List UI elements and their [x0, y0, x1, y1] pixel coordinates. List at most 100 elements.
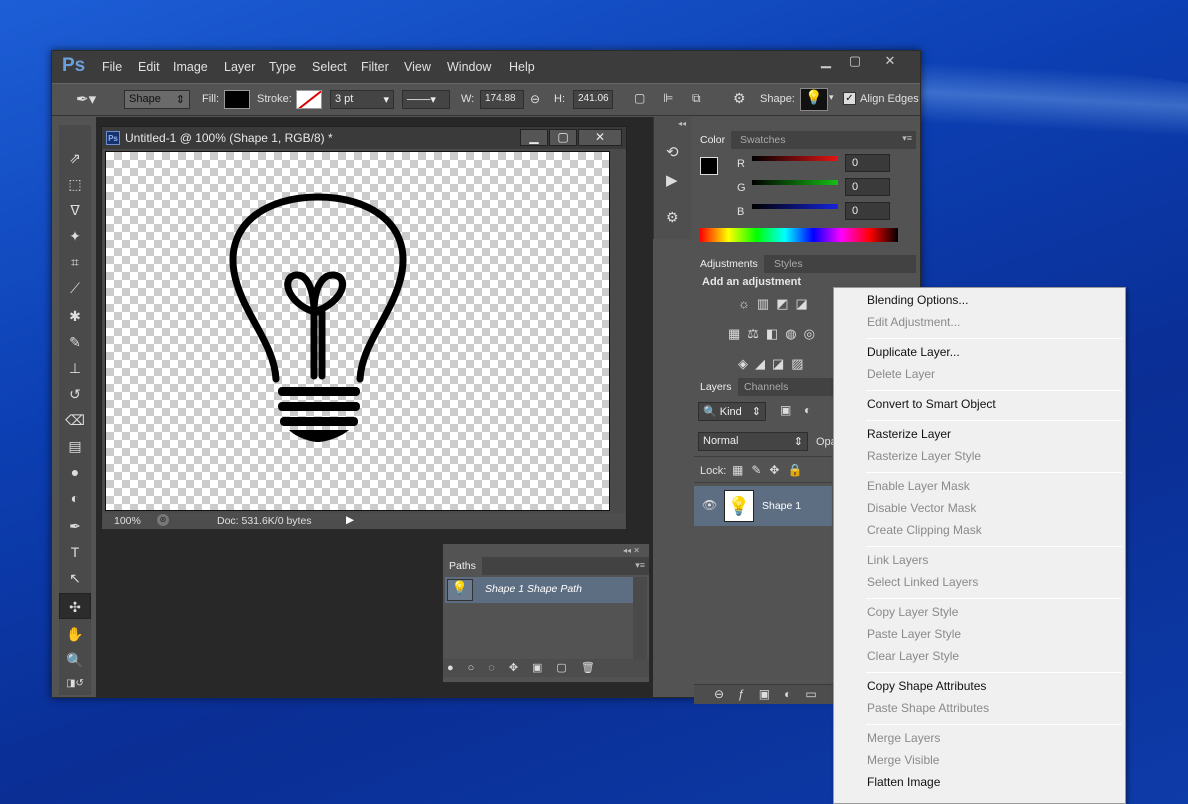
menu-item-copy-layer-style[interactable]: Copy Layer Style — [867, 602, 958, 622]
history-panel-icon[interactable]: ⟲ — [666, 143, 679, 161]
width-field[interactable]: 174.88 — [480, 90, 524, 109]
menu-item-edit-adjustment[interactable]: Edit Adjustment... — [867, 312, 960, 332]
adjustment-icons-row-3[interactable]: ◈◢◪▨ — [738, 356, 811, 372]
path-selection-tool-icon[interactable]: ↖ — [59, 565, 91, 591]
path-row[interactable]: 💡 Shape 1 Shape Path — [445, 577, 633, 603]
pen-tool-icon[interactable]: ✒ — [59, 513, 91, 539]
zoom-tool-icon[interactable]: 🔍 — [59, 647, 91, 673]
eyedropper-tool-icon[interactable]: ⟋ — [59, 275, 91, 301]
layer-footer-icons[interactable]: ⊖ƒ▣◐▭ — [714, 687, 831, 701]
status-menu-arrow-icon[interactable]: ▶ — [346, 514, 354, 526]
brush-tool-icon[interactable]: ✎ — [59, 329, 91, 355]
tab-styles[interactable]: Styles — [768, 255, 809, 273]
menu-item-blending-options[interactable]: Blending Options... — [867, 290, 968, 310]
custom-shape-tool-icon[interactable]: ✣ — [59, 593, 91, 619]
type-tool-icon[interactable]: T — [59, 539, 91, 565]
menu-item-merge-layers[interactable]: Merge Layers — [867, 728, 940, 748]
link-dimensions-icon[interactable]: ⊖ — [530, 92, 540, 106]
layer-name[interactable]: Shape 1 — [762, 500, 801, 512]
menu-item-flatten-image[interactable]: Flatten Image — [867, 772, 940, 792]
menu-item-paste-layer-style[interactable]: Paste Layer Style — [867, 624, 961, 644]
tab-color[interactable]: Color — [694, 131, 732, 149]
menu-filter[interactable]: Filter — [361, 60, 389, 74]
filter-adjustment-icon[interactable]: ◐ — [804, 403, 811, 417]
path-footer-icons[interactable]: ●○◌✥▣▢🗑 — [447, 661, 609, 674]
menu-image[interactable]: Image — [173, 60, 208, 74]
properties-panel-icon[interactable]: ⚙ — [666, 209, 679, 226]
menu-item-copy-shape-attributes[interactable]: Copy Shape Attributes — [867, 676, 986, 696]
share-icon[interactable]: ⊛ — [157, 514, 169, 526]
blue-slider[interactable] — [752, 204, 838, 209]
eraser-tool-icon[interactable]: ⌫ — [59, 407, 91, 433]
menu-item-clear-layer-style[interactable]: Clear Layer Style — [867, 646, 959, 666]
menu-item-merge-visible[interactable]: Merge Visible — [867, 750, 939, 770]
history-brush-tool-icon[interactable]: ↺ — [59, 381, 91, 407]
height-field[interactable]: 241.06 — [573, 90, 613, 109]
magic-wand-tool-icon[interactable]: ✦ — [59, 223, 91, 249]
align-edges-checkbox[interactable]: ✓ — [843, 92, 856, 105]
swap-colors-icon[interactable]: ◨↺ — [59, 671, 91, 697]
menu-item-paste-shape-attributes[interactable]: Paste Shape Attributes — [867, 698, 989, 718]
collapse-dock-icon[interactable]: ◂◂ — [678, 119, 686, 128]
stroke-type-select[interactable]: ───▾ — [402, 90, 450, 109]
red-slider[interactable] — [752, 156, 838, 161]
red-field[interactable]: 0 — [845, 154, 890, 172]
menu-file[interactable]: File — [102, 60, 122, 74]
path-arrangement-icon[interactable]: ⧉ — [692, 91, 701, 106]
collapse-paths-icon[interactable]: ◂◂ ✕ — [623, 546, 640, 555]
tab-swatches[interactable]: Swatches — [734, 131, 792, 149]
stamp-tool-icon[interactable]: ⊥ — [59, 355, 91, 381]
fill-swatch[interactable] — [224, 90, 250, 109]
visibility-eye-icon[interactable]: 👁 — [702, 498, 717, 512]
menu-select[interactable]: Select — [312, 60, 347, 74]
hand-tool-icon[interactable]: ✋ — [59, 621, 91, 647]
filter-pixel-icon[interactable]: ▣ — [780, 403, 791, 417]
marquee-tool-icon[interactable]: ⬚ — [59, 171, 91, 197]
menu-type[interactable]: Type — [269, 60, 296, 74]
tool-mode-select[interactable]: Shape ⇕ — [124, 90, 190, 109]
menu-item-link-layers[interactable]: Link Layers — [867, 550, 928, 570]
green-slider[interactable] — [752, 180, 838, 185]
menu-item-rasterize-layer-style[interactable]: Rasterize Layer Style — [867, 446, 981, 466]
blur-tool-icon[interactable]: ● — [59, 459, 91, 485]
tab-channels[interactable]: Channels — [738, 378, 794, 396]
menu-item-rasterize-layer[interactable]: Rasterize Layer — [867, 424, 951, 444]
menu-view[interactable]: View — [404, 60, 431, 74]
menu-item-select-linked-layers[interactable]: Select Linked Layers — [867, 572, 978, 592]
blend-mode-select[interactable]: Normal ⇕ — [698, 432, 808, 451]
doc-minimize-button[interactable]: ▁ — [520, 129, 548, 146]
menu-edit[interactable]: Edit — [138, 60, 160, 74]
panel-menu-icon[interactable]: ▾≡ — [902, 133, 912, 144]
zoom-level[interactable]: 100% — [114, 515, 141, 527]
dodge-tool-icon[interactable]: ◐ — [59, 485, 91, 511]
green-field[interactable]: 0 — [845, 178, 890, 196]
paths-scrollbar[interactable] — [633, 577, 647, 659]
menu-item-duplicate-layer[interactable]: Duplicate Layer... — [867, 342, 960, 362]
filter-kind-select[interactable]: 🔍 Kind ⇕ — [698, 402, 766, 421]
close-button[interactable]: ✕ — [870, 53, 910, 71]
layer-row[interactable]: 👁 💡 Shape 1 — [694, 486, 832, 526]
color-spectrum-bar[interactable] — [700, 228, 898, 242]
tab-paths[interactable]: Paths — [443, 557, 482, 575]
healing-brush-tool-icon[interactable]: ✱ — [59, 303, 91, 329]
menu-layer[interactable]: Layer — [224, 60, 255, 74]
doc-maximize-button[interactable]: ▢ — [549, 129, 577, 146]
path-name[interactable]: Shape 1 Shape Path — [485, 583, 582, 595]
maximize-button[interactable]: ▢ — [841, 53, 869, 71]
path-operations-icon[interactable]: ▢ — [634, 91, 645, 105]
adjustment-icons-row-2[interactable]: ▦⚖◧◍◎ — [728, 326, 822, 342]
menu-help[interactable]: Help — [509, 60, 535, 74]
blue-field[interactable]: 0 — [845, 202, 890, 220]
crop-tool-icon[interactable]: ⌗ — [59, 249, 91, 275]
menu-item-convert-smart-object[interactable]: Convert to Smart Object — [867, 394, 996, 414]
move-tool-icon[interactable]: ⇗ — [59, 145, 91, 171]
doc-close-button[interactable]: ✕ — [578, 129, 622, 146]
tab-layers[interactable]: Layers — [694, 378, 738, 396]
stroke-size-field[interactable]: 3 pt ▾ — [330, 90, 394, 109]
foreground-color[interactable] — [700, 157, 718, 175]
tab-adjustments[interactable]: Adjustments — [694, 255, 764, 273]
actions-panel-icon[interactable]: ▶ — [666, 171, 678, 189]
minimize-button[interactable]: ▁ — [812, 53, 840, 71]
shape-picker[interactable]: 💡 — [800, 88, 828, 111]
gradient-tool-icon[interactable]: ▤ — [59, 433, 91, 459]
